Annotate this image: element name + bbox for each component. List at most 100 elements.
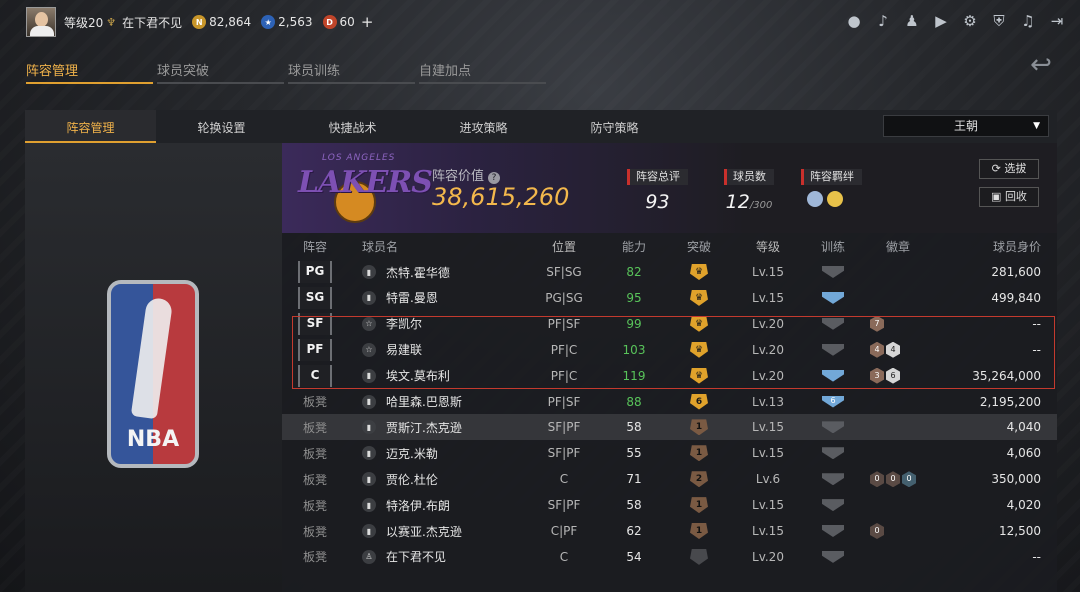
- recycle-button[interactable]: ▣ 回收: [979, 187, 1039, 207]
- stats-icon: ▮: [362, 472, 376, 487]
- player-value: 12,500: [999, 524, 1041, 538]
- player-name[interactable]: 迈克.米勒: [386, 445, 438, 462]
- slot-cell: SG: [282, 286, 348, 309]
- player-name-cell: ♙ 在下君不见: [348, 548, 520, 565]
- video-icon[interactable]: ▶: [932, 12, 950, 30]
- tab-lineup-management[interactable]: 阵容管理: [26, 52, 153, 84]
- tab-custom-points[interactable]: 自建加点: [419, 52, 546, 84]
- training-icon[interactable]: [822, 266, 844, 278]
- badges-cell: 000: [868, 471, 926, 488]
- stats-icon: ▮: [362, 524, 376, 538]
- chevron-down-icon: ▼: [1033, 121, 1040, 131]
- tab-player-training[interactable]: 球员训练: [288, 52, 415, 84]
- rating-value: 93: [645, 191, 670, 213]
- star-amount: 2,563: [278, 15, 313, 29]
- table-row[interactable]: PG ▮ 杰特.霍华德 SF|SG 82 ♛ Lv.15 281,600: [282, 259, 1057, 285]
- slot-cell: PG: [282, 261, 348, 283]
- subtab-defense[interactable]: 防守策略: [549, 110, 680, 143]
- badge-icon[interactable]: 0: [870, 523, 884, 539]
- player-name[interactable]: 特雷.曼恩: [386, 289, 438, 306]
- crown-shield-icon[interactable]: 1: [690, 419, 708, 436]
- player-level: Lv.15: [752, 265, 784, 279]
- training-icon[interactable]: [822, 447, 844, 460]
- player-name[interactable]: 特洛伊.布朗: [386, 497, 450, 514]
- select-button[interactable]: ⟳ 选拔: [979, 159, 1039, 179]
- stats-icon: ▮: [362, 420, 376, 435]
- headset-icon[interactable]: ♫: [1019, 12, 1037, 30]
- badge-icon[interactable]: 0: [886, 471, 900, 488]
- team-header: LOS ANGELES LAKERS 阵容价值? 38,615,260 阵容总评…: [282, 143, 1057, 233]
- player-name-cell: ▮ 特洛伊.布朗: [348, 497, 520, 514]
- training-cell: [798, 525, 868, 537]
- training-icon[interactable]: [822, 499, 844, 512]
- bond-icon-2[interactable]: [827, 191, 843, 207]
- crown-shield-icon[interactable]: ♛: [690, 289, 708, 306]
- player-position: SF|SG: [546, 265, 582, 279]
- table-row[interactable]: SG ▮ 特雷.曼恩 PG|SG 95 ♛ Lv.15 499,840: [282, 285, 1057, 311]
- col-level: 等级: [755, 239, 780, 254]
- player-ability: 58: [626, 420, 642, 435]
- player-value: --: [1032, 549, 1041, 564]
- vip-icon: ♆: [106, 15, 117, 29]
- player-ability: 55: [626, 446, 642, 461]
- dynasty-select[interactable]: 王朝 ▼: [883, 115, 1049, 137]
- player-value: 350,000: [991, 472, 1041, 487]
- bond-stat: 阵容羁绊: [801, 169, 862, 207]
- player-name[interactable]: 在下君不见: [386, 548, 446, 565]
- crown-shield-icon[interactable]: 2: [690, 471, 708, 488]
- training-icon[interactable]: [822, 550, 844, 563]
- subtab-offense[interactable]: 进攻策略: [418, 110, 549, 143]
- player-name[interactable]: 贾伦.杜伦: [386, 471, 438, 488]
- player-name[interactable]: 贾斯汀.杰克逊: [386, 419, 462, 436]
- back-arrow-icon[interactable]: ↩: [1024, 52, 1058, 80]
- col-badges: 徽章: [885, 239, 910, 254]
- crown-shield-icon[interactable]: ♛: [690, 264, 708, 280]
- crown-shield-icon[interactable]: [690, 548, 708, 565]
- subtab-rotation[interactable]: 轮换设置: [156, 110, 287, 143]
- subtab-lineup[interactable]: 阵容管理: [25, 110, 156, 143]
- tab-player-breakthrough[interactable]: 球员突破: [157, 52, 284, 84]
- avatar[interactable]: [26, 7, 56, 37]
- subtab-quick-tactics[interactable]: 快捷战术: [287, 110, 418, 143]
- starter-highlight-box: [292, 316, 1055, 389]
- table-row[interactable]: 板凳 ▮ 迈克.米勒 SF|PF 55 1 Lv.15 4,060: [282, 440, 1057, 466]
- table-row[interactable]: 板凳 ▮ 贾斯汀.杰克逊 SF|PF 58 1 Lv.15 4,040: [282, 414, 1057, 441]
- player-ability: 54: [626, 549, 642, 564]
- player-name[interactable]: 以赛亚.杰克逊: [386, 523, 462, 540]
- training-icon[interactable]: 6: [822, 395, 844, 408]
- crown-shield-icon[interactable]: 6: [690, 393, 708, 410]
- settings-icon[interactable]: ⚙: [961, 12, 979, 30]
- notification-icon[interactable]: ♪: [874, 12, 892, 30]
- player-ability: 62: [626, 524, 642, 538]
- table-row[interactable]: 板凳 ▮ 哈里森.巴恩斯 PF|SF 88 6 Lv.13 6 2,195,200: [282, 389, 1057, 415]
- player-position: C: [559, 472, 569, 487]
- badge-icon[interactable]: 0: [902, 471, 916, 488]
- crown-shield-icon[interactable]: 1: [690, 523, 708, 539]
- table-row[interactable]: 板凳 ♙ 在下君不见 C 54 Lv.20 --: [282, 544, 1057, 570]
- profile-icon[interactable]: ●: [845, 12, 863, 30]
- badge-icon[interactable]: 0: [870, 471, 884, 488]
- crown-shield-icon[interactable]: 1: [690, 497, 708, 514]
- player-ability: 71: [626, 472, 642, 487]
- player-name[interactable]: 杰特.霍华德: [386, 264, 450, 281]
- player-name[interactable]: 哈里森.巴恩斯: [386, 393, 462, 410]
- training-icon[interactable]: [822, 473, 844, 486]
- crown-shield-icon[interactable]: 1: [690, 445, 708, 462]
- position-slot[interactable]: PG: [298, 261, 332, 283]
- table-row[interactable]: 板凳 ▮ 特洛伊.布朗 SF|PF 58 1 Lv.15 4,020: [282, 492, 1057, 518]
- player-level: Lv.15: [752, 498, 784, 513]
- position-slot[interactable]: SG: [298, 286, 332, 309]
- training-icon[interactable]: [822, 291, 844, 304]
- ticket-coin-icon: D: [322, 15, 337, 29]
- exit-icon[interactable]: ⇥: [1048, 12, 1066, 30]
- table-row[interactable]: 板凳 ▮ 贾伦.杜伦 C 71 2 Lv.6 0 0 0 350,000: [282, 466, 1057, 492]
- table-row[interactable]: 板凳 ▮ 以赛亚.杰克逊 C|PF 62 1 Lv.15 0 12,500: [282, 518, 1057, 544]
- training-icon[interactable]: [822, 421, 844, 434]
- shield-icon[interactable]: ⛨: [990, 12, 1008, 30]
- bond-icon-1[interactable]: [807, 191, 823, 207]
- player-level: Lv.20: [752, 549, 784, 564]
- lakers-logo: LOS ANGELES LAKERS: [298, 151, 433, 227]
- add-currency-button[interactable]: +: [361, 13, 374, 31]
- training-icon[interactable]: [822, 525, 844, 537]
- friends-icon[interactable]: ♟: [903, 12, 921, 30]
